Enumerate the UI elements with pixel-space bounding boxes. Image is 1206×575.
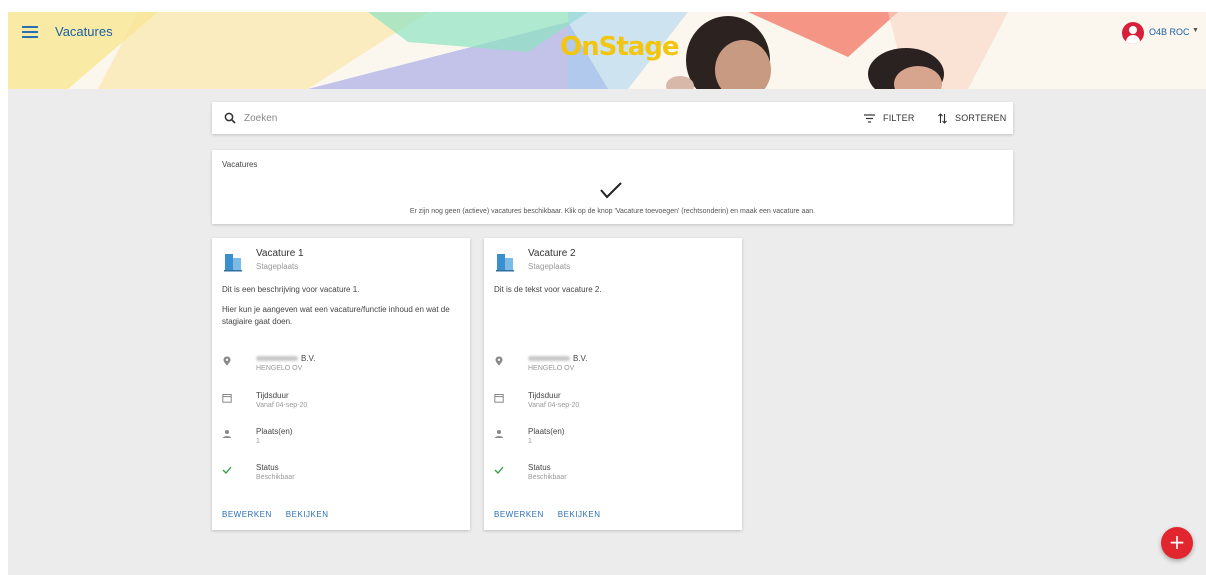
vacancy-card: Vacature 1 Stageplaats Dit is een beschr… [212,238,470,530]
person-icon [223,430,231,438]
status-value: Beschikbaar [528,474,567,481]
search-icon [224,112,236,124]
status-row: Status Beschikbaar [222,463,462,487]
vacatures-panel: Vacatures Er zijn nog geen (actieve) vac… [212,150,1013,224]
duration-label: Tijdsduur [256,391,289,400]
sort-label: SORTEREN [955,113,1007,123]
duration-row: Tijdsduur Vanaf 04-sep-20 [222,391,462,415]
company-location: HENGELO OV [528,365,575,372]
card-actions: BEWERKEN BEKIJKEN [494,510,600,519]
duration-row: Tijdsduur Vanaf 04-sep-20 [494,391,734,415]
status-label: Status [528,463,551,472]
card-subtitle: Stageplaats [528,262,571,271]
card-title: Vacature 2 [528,248,576,259]
description-paragraph: Hier kun je aangeven wat een vacature/fu… [222,305,450,326]
building-icon [496,254,514,272]
sort-button[interactable]: SORTEREN [938,111,1006,125]
company-row: B.V. HENGELO OV [222,354,462,378]
page-title: Vacatures [55,24,113,39]
places-value: 1 [528,438,532,445]
places-row: Plaats(en) 1 [222,427,462,451]
add-vacancy-button[interactable]: + [1161,527,1193,559]
person-icon [495,430,503,438]
status-row: Status Beschikbaar [494,463,734,487]
user-menu-label[interactable]: O4B ROC [1149,27,1190,37]
description-paragraph: Dit is een beschrijving voor vacature 1. [222,285,360,294]
app-root: Vacatures OnStage O4B ROC ▼ FILTER [8,12,1206,575]
card-description: Dit is de tekst voor vacature 2. [494,284,734,304]
places-label: Plaats(en) [256,427,293,436]
duration-value: Vanaf 04-sep-20 [256,402,308,409]
panel-title: Vacatures [222,160,258,169]
card-description: Dit is een beschrijving voor vacature 1.… [222,284,462,336]
card-subtitle: Stageplaats [256,262,299,271]
add-icon: + [1168,530,1186,554]
view-button[interactable]: BEKIJKEN [286,510,329,519]
places-value: 1 [256,438,260,445]
company-row: B.V. HENGELO OV [494,354,734,378]
onstage-logo: OnStage [560,32,680,62]
search-toolbar: FILTER SORTEREN [212,102,1013,134]
edit-button[interactable]: BEWERKEN [222,510,272,519]
view-button[interactable]: BEKIJKEN [558,510,601,519]
company-name: B.V. [528,354,587,363]
menu-icon[interactable] [22,26,38,40]
status-value: Beschikbaar [256,474,295,481]
vacancy-card: Vacature 2 Stageplaats Dit is de tekst v… [484,238,742,530]
redacted-name [528,356,570,362]
building-icon [224,254,242,272]
location-pin-icon [495,356,503,366]
sort-icon [938,112,947,124]
redacted-name [256,356,298,362]
duration-value: Vanaf 04-sep-20 [528,402,580,409]
check-icon [222,466,232,474]
search-input[interactable] [244,109,804,127]
header-banner: Vacatures OnStage O4B ROC ▼ [8,12,1206,89]
check-icon [494,466,504,474]
user-icon[interactable] [1122,22,1144,44]
places-row: Plaats(en) 1 [494,427,734,451]
calendar-icon [222,394,232,403]
duration-label: Tijdsduur [528,391,561,400]
empty-state-message: Er zijn nog geen (actieve) vacatures bes… [409,208,816,215]
places-label: Plaats(en) [528,427,565,436]
company-name: B.V. [256,354,315,363]
calendar-icon [494,394,504,403]
filter-icon [864,113,875,123]
card-title: Vacature 1 [256,248,304,259]
filter-label: FILTER [883,113,915,123]
location-pin-icon [223,356,231,366]
filter-button[interactable]: FILTER [864,111,915,125]
check-icon [600,182,622,199]
company-location: HENGELO OV [256,365,303,372]
card-actions: BEWERKEN BEKIJKEN [222,510,328,519]
description-paragraph: Dit is de tekst voor vacature 2. [494,285,602,294]
status-label: Status [256,463,279,472]
edit-button[interactable]: BEWERKEN [494,510,544,519]
caret-down-icon[interactable]: ▼ [1192,27,1199,34]
